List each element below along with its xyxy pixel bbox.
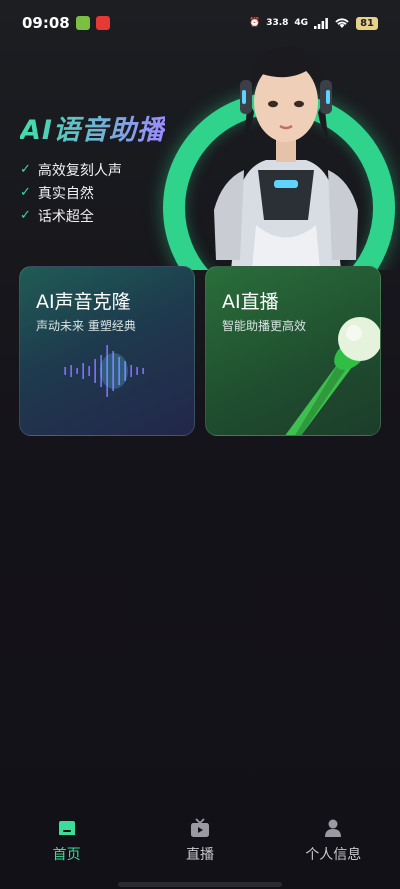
tab-profile[interactable]: 个人信息 — [267, 808, 400, 868]
tv-icon — [190, 818, 209, 837]
voice-clone-card[interactable]: AI声音克隆 声动未来 重塑经典 — [19, 266, 195, 436]
feature-item: ✓ 话术超全 — [20, 204, 122, 227]
check-icon: ✓ — [20, 185, 31, 200]
bottom-tab-bar: 首页 直播 个人信息 — [0, 808, 400, 868]
check-icon: ✓ — [20, 208, 31, 223]
home-indicator — [118, 882, 282, 887]
alarm-icon: ⏰ — [248, 18, 261, 28]
music-notification-icon — [95, 16, 110, 30]
tab-home-label: 首页 — [52, 847, 81, 863]
tab-live-label: 直播 — [185, 847, 214, 863]
network-speed: 33.8 — [266, 18, 289, 28]
ai-avatar-illustration — [214, 46, 358, 270]
ai-live-card[interactable]: AI直播 智能助播更高效 — [205, 266, 381, 436]
sound-wave-icon — [34, 345, 186, 397]
check-icon: ✓ — [20, 162, 31, 177]
battery-level: 81 — [356, 16, 378, 30]
tab-profile-label: 个人信息 — [305, 847, 362, 863]
feature-label: 话术超全 — [37, 208, 94, 225]
tab-home[interactable]: 首页 — [0, 808, 133, 868]
voice-clone-subtitle: 声动未来 重塑经典 — [36, 319, 136, 333]
microphone-icon — [285, 317, 380, 435]
network-type: 4G — [294, 18, 309, 28]
feature-item: ✓ 真实自然 — [20, 181, 122, 204]
feature-label: 真实自然 — [37, 185, 94, 202]
feature-item: ✓ 高效复刻人声 — [20, 158, 122, 181]
app-notification-icon — [75, 16, 90, 30]
ai-live-title: AI直播 — [222, 291, 279, 313]
status-time: 09:08 — [22, 14, 70, 32]
feature-list: ✓ 高效复刻人声 ✓ 真实自然 ✓ 话术超全 — [20, 158, 122, 227]
wifi-icon — [335, 18, 349, 28]
tab-live[interactable]: 直播 — [133, 808, 266, 868]
signal-icon — [314, 17, 328, 29]
hero-title: AI语音助播 — [20, 108, 165, 147]
status-bar: 09:08 ⏰ 33.8 4G 81 — [0, 0, 400, 46]
feature-label: 高效复刻人声 — [37, 162, 122, 179]
voice-clone-title: AI声音克隆 — [36, 291, 131, 313]
user-icon — [325, 819, 342, 837]
home-icon — [58, 821, 75, 835]
